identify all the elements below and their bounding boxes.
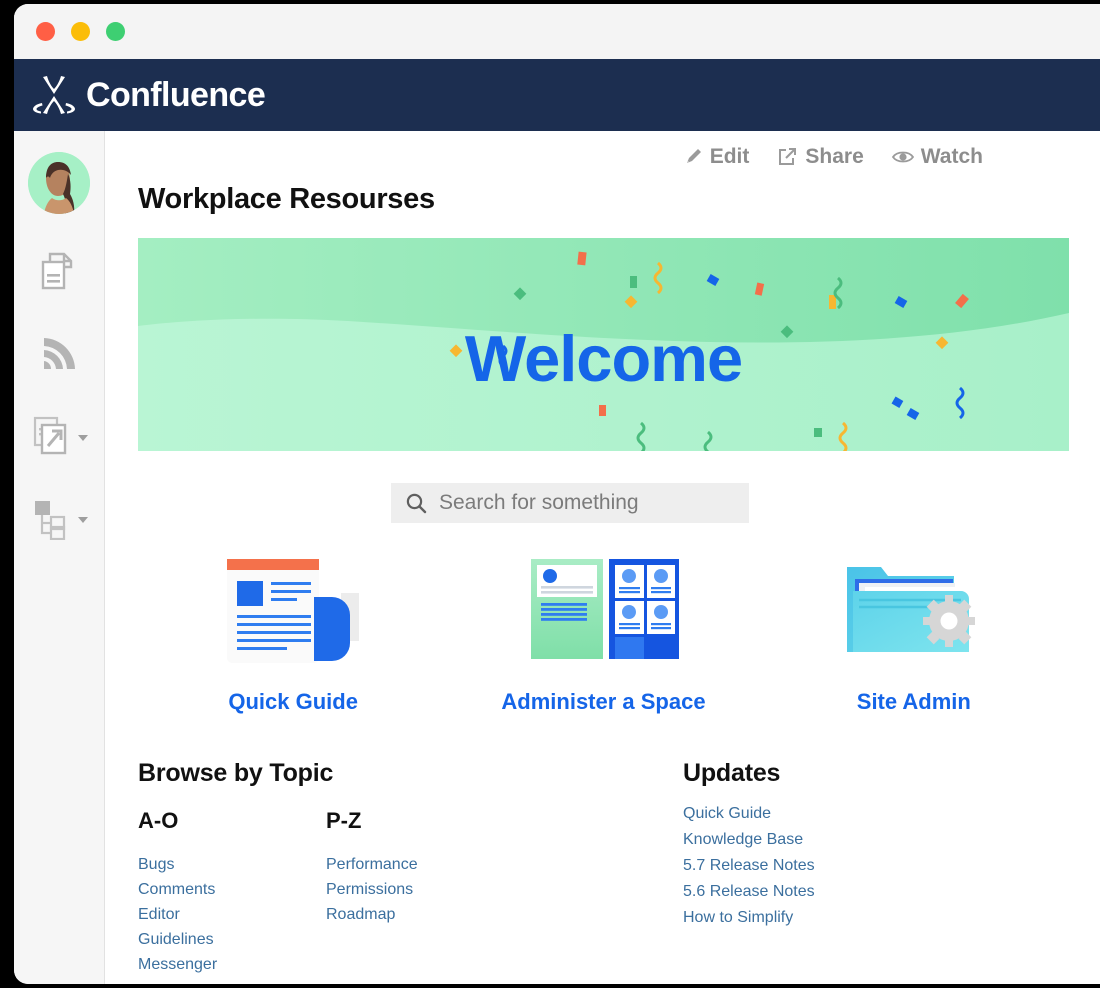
browse-column-a-o: A-O Bugs Comments Editor Guidelines Mess… (138, 808, 326, 977)
list-item[interactable]: How to Simplify (683, 905, 983, 931)
list-item[interactable]: Performance (326, 852, 514, 877)
document-guide-icon (219, 553, 367, 665)
page-content: Edit Share Watch (105, 131, 1100, 984)
rss-feed-icon (37, 332, 81, 376)
watch-label: Watch (921, 145, 983, 169)
card-quick-guide[interactable]: Quick Guide (138, 553, 448, 715)
column-header: A-O (138, 808, 326, 834)
list-item[interactable]: Guidelines (138, 927, 326, 952)
folder-gear-icon (839, 553, 989, 665)
card-art (839, 553, 989, 665)
list-item[interactable]: Quick Guide (683, 801, 983, 827)
avatar-image (28, 152, 90, 214)
section-title: Browse by Topic (138, 759, 683, 788)
lower-sections: Browse by Topic A-O Bugs Comments Editor… (138, 759, 1100, 977)
export-page-icon (30, 414, 74, 458)
list-item[interactable]: Messenger (138, 952, 326, 977)
card-label: Site Admin (857, 689, 971, 715)
card-label: Quick Guide (228, 689, 358, 715)
sidebar-item-page-tree[interactable] (30, 496, 88, 540)
brand-name: Confluence (86, 76, 265, 115)
welcome-banner: Welcome (138, 238, 1069, 451)
avatar[interactable] (28, 152, 90, 214)
browse-column-p-z: P-Z Performance Permissions Roadmap (326, 808, 514, 977)
eye-icon (892, 149, 914, 165)
card-site-admin[interactable]: Site Admin (759, 553, 1069, 715)
edit-button[interactable]: Edit (683, 145, 750, 169)
list-item[interactable]: Bugs (138, 852, 326, 877)
search-icon (405, 492, 427, 514)
window-titlebar (14, 4, 1100, 59)
list-item[interactable]: Knowledge Base (683, 827, 983, 853)
chevron-down-icon[interactable] (78, 517, 88, 523)
sidebar-item-feed[interactable] (37, 332, 81, 376)
quick-links: Quick Guide (138, 553, 1069, 715)
list-item[interactable]: 5.7 Release Notes (683, 853, 983, 879)
list-item[interactable]: Permissions (326, 877, 514, 902)
column-header: P-Z (326, 808, 514, 834)
left-sidebar (14, 131, 105, 984)
list-item[interactable]: 5.6 Release Notes (683, 879, 983, 905)
pencil-icon (683, 147, 703, 167)
chevron-down-icon[interactable] (78, 435, 88, 441)
card-art (523, 553, 683, 665)
space-admin-icon (523, 553, 683, 665)
updates-section: Updates Quick Guide Knowledge Base 5.7 R… (683, 759, 983, 977)
watch-button[interactable]: Watch (892, 145, 983, 169)
pages-document-icon (37, 250, 81, 294)
list-item[interactable]: Roadmap (326, 902, 514, 927)
list-item[interactable]: Comments (138, 877, 326, 902)
page-title: Workplace Resourses (138, 183, 1100, 216)
card-administer-space[interactable]: Administer a Space (448, 553, 758, 715)
page-actions: Edit Share Watch (683, 145, 983, 169)
close-window-button[interactable] (36, 22, 55, 41)
share-export-icon (777, 147, 798, 167)
search-placeholder: Search for something (439, 491, 639, 515)
search-input[interactable]: Search for something (391, 483, 749, 523)
confluence-brand[interactable]: Confluence (30, 73, 265, 117)
sidebar-item-pages[interactable] (37, 250, 81, 294)
share-button[interactable]: Share (777, 145, 863, 169)
sidebar-item-export[interactable] (30, 414, 88, 458)
card-label: Administer a Space (501, 689, 705, 715)
browse-by-topic: Browse by Topic A-O Bugs Comments Editor… (138, 759, 683, 977)
edit-label: Edit (710, 145, 750, 169)
banner-heading: Welcome (138, 326, 1069, 391)
card-art (219, 553, 367, 665)
share-label: Share (805, 145, 863, 169)
app-navbar: Confluence (14, 59, 1100, 131)
page-tree-icon (30, 496, 74, 540)
minimize-window-button[interactable] (71, 22, 90, 41)
list-item[interactable]: Editor (138, 902, 326, 927)
confluence-logo-icon (30, 73, 80, 117)
maximize-window-button[interactable] (106, 22, 125, 41)
section-title: Updates (683, 759, 983, 788)
browser-window: Confluence (14, 4, 1100, 984)
